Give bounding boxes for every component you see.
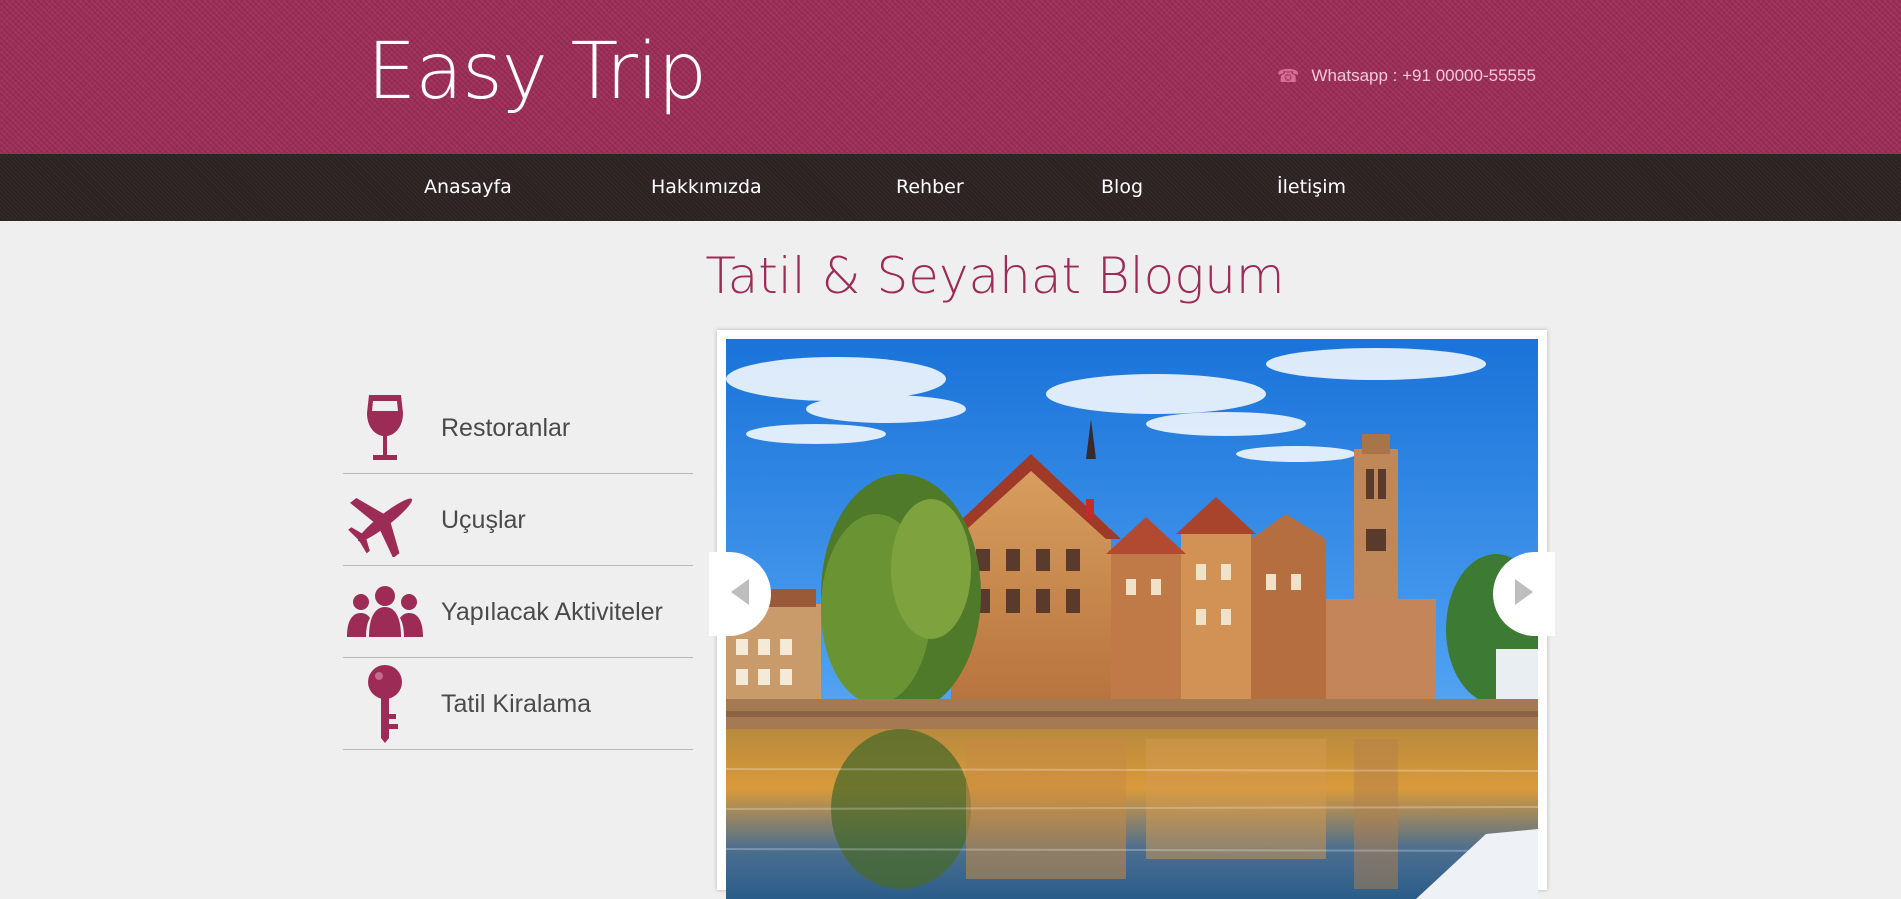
phone-icon: ☎: [1277, 66, 1300, 86]
chevron-right-icon: [1513, 577, 1535, 611]
sidebar-item-label: Tatil Kiralama: [441, 690, 592, 718]
chevron-left-icon: [729, 577, 751, 611]
category-sidebar: Restoranlar Uçuşlar Yapılacak Aktivitele…: [343, 382, 693, 750]
site-logo[interactable]: Easy Trip: [367, 22, 707, 122]
image-slider: [709, 330, 1555, 899]
airplane-icon: [343, 474, 427, 566]
sidebar-item-label: Restoranlar: [441, 414, 571, 442]
nav-item-about[interactable]: Hakkımızda: [651, 154, 762, 221]
canal-town-photo: [726, 339, 1538, 899]
sidebar-item-restaurants[interactable]: Restoranlar: [343, 382, 693, 474]
people-group-icon: [343, 566, 427, 658]
nav-item-blog[interactable]: Blog: [1101, 154, 1143, 221]
sidebar-item-label: Yapılacak Aktiviteler: [441, 598, 663, 626]
contact-info: ☎ Whatsapp : +91 00000-55555: [1277, 66, 1536, 86]
nav-item-home[interactable]: Anasayfa: [424, 154, 512, 221]
contact-text: Whatsapp : +91 00000-55555: [1311, 66, 1536, 85]
sidebar-item-activities[interactable]: Yapılacak Aktiviteler: [343, 566, 693, 658]
main-nav: Anasayfa Hakkımızda Rehber Blog İletişim: [0, 154, 1901, 221]
sidebar-item-rentals[interactable]: Tatil Kiralama: [343, 658, 693, 750]
sidebar-item-flights[interactable]: Uçuşlar: [343, 474, 693, 566]
page-title: Tatil & Seyahat Blogum: [705, 247, 1285, 305]
site-header: Easy Trip ☎ Whatsapp : +91 00000-55555: [0, 0, 1901, 154]
wine-glass-icon: [343, 382, 427, 474]
key-icon: [343, 658, 427, 750]
nav-item-guide[interactable]: Rehber: [896, 154, 964, 221]
nav-item-contact[interactable]: İletişim: [1277, 154, 1346, 221]
sidebar-item-label: Uçuşlar: [441, 506, 526, 534]
